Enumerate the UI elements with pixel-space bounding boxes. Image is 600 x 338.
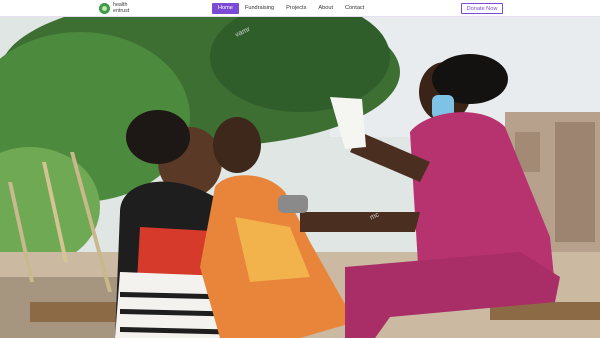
nav-home[interactable]: Home — [212, 3, 239, 14]
brand-name-line2: entrust — [113, 7, 130, 14]
brand-logo[interactable]: health entrust — [99, 2, 129, 15]
brand-name: health entrust — [113, 3, 130, 14]
top-navigation-bar: health entrust Home Fundraising Projects… — [0, 0, 600, 17]
hero-illustration — [0, 17, 600, 338]
hero-image: vamr mc — [0, 17, 600, 338]
nav-fundraising[interactable]: Fundraising — [239, 3, 280, 14]
main-menu: Home Fundraising Projects About Contact — [212, 3, 370, 14]
donate-now-button[interactable]: Donate Now — [461, 3, 503, 14]
nav-projects[interactable]: Projects — [280, 3, 312, 14]
nav-about[interactable]: About — [312, 3, 339, 14]
nav-contact[interactable]: Contact — [339, 3, 370, 14]
leaf-logo-icon — [99, 3, 110, 14]
